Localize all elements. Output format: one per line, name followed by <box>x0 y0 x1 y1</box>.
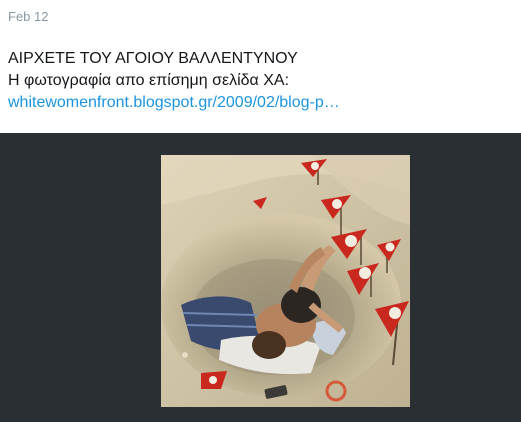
tweet[interactable]: Feb 12 ΑΙΡΧΕΤΕ ΤΟΥ ΑΓΟΙΟΥ ΒΑΛΛΕΝΤΥΝΟΥ Η … <box>0 0 521 422</box>
tweet-text-line-1: ΑΙΡΧΕΤΕ ΤΟΥ ΑΓΟΙΟΥ ΒΑΛΛΕΝΤΥΝΟΥ <box>8 50 298 67</box>
media-container[interactable] <box>0 133 521 422</box>
photo-illustration <box>161 155 410 407</box>
tweet-timestamp[interactable]: Feb 12 <box>8 9 48 24</box>
tweet-link[interactable]: whitewomenfront.blogspot.gr/2009/02/blog… <box>8 92 340 114</box>
tweet-photo[interactable] <box>161 155 410 407</box>
tweet-text-line-2: Η φωτογραφία απο επίσημη σελίδα ΧΑ: <box>8 72 290 89</box>
tweet-text: ΑΙΡΧΕΤΕ ΤΟΥ ΑΓΟΙΟΥ ΒΑΛΛΕΝΤΥΝΟΥ Η φωτογρα… <box>8 48 513 114</box>
